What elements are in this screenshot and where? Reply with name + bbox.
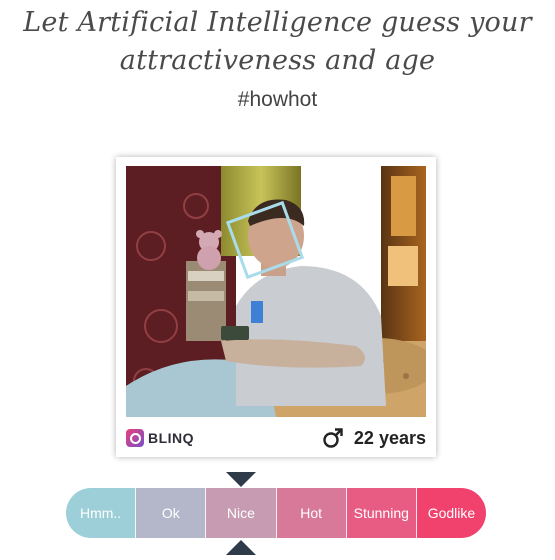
- scale-level-hmm[interactable]: Hmm..: [66, 488, 137, 538]
- scale-level-stunning[interactable]: Stunning: [346, 488, 417, 538]
- attractiveness-scale: Hmm.. Ok Nice Hot Stunning Godlike: [66, 488, 486, 538]
- brand-logo[interactable]: BLINQ: [126, 427, 194, 449]
- hashtag: #howhot: [237, 88, 318, 111]
- scale-level-hot[interactable]: Hot: [276, 488, 347, 538]
- scale-level-label: Godlike: [427, 505, 476, 521]
- result-card: BLINQ 22 years: [116, 157, 436, 457]
- blinq-logo-icon: [126, 429, 144, 447]
- scale-level-godlike[interactable]: Godlike: [416, 488, 486, 538]
- photo-illustration: [126, 166, 426, 417]
- headline-line-2: attractiveness and age: [119, 45, 436, 76]
- scale-pointer-bottom: [226, 540, 256, 555]
- male-icon: [323, 428, 343, 448]
- scale-level-label: Hot: [300, 505, 322, 521]
- headline: Let Artificial Intelligence guess your a…: [0, 4, 555, 80]
- scale-level-label: Stunning: [353, 505, 409, 521]
- scale-level-label: Nice: [226, 505, 255, 521]
- age-estimate: 22 years: [322, 423, 426, 453]
- scale-pointer-top: [226, 472, 256, 487]
- card-footer: BLINQ 22 years: [126, 423, 426, 453]
- scale-level-label: Ok: [161, 505, 180, 521]
- scale-level-label: Hmm..: [79, 505, 122, 521]
- scale-level-nice[interactable]: Nice: [206, 488, 277, 538]
- brand-name: BLINQ: [148, 430, 195, 446]
- scale-level-ok[interactable]: Ok: [136, 488, 207, 538]
- headline-line-1: Let Artificial Intelligence guess your: [23, 7, 532, 38]
- result-photo: [126, 166, 426, 417]
- age-text: 22 years: [353, 427, 426, 448]
